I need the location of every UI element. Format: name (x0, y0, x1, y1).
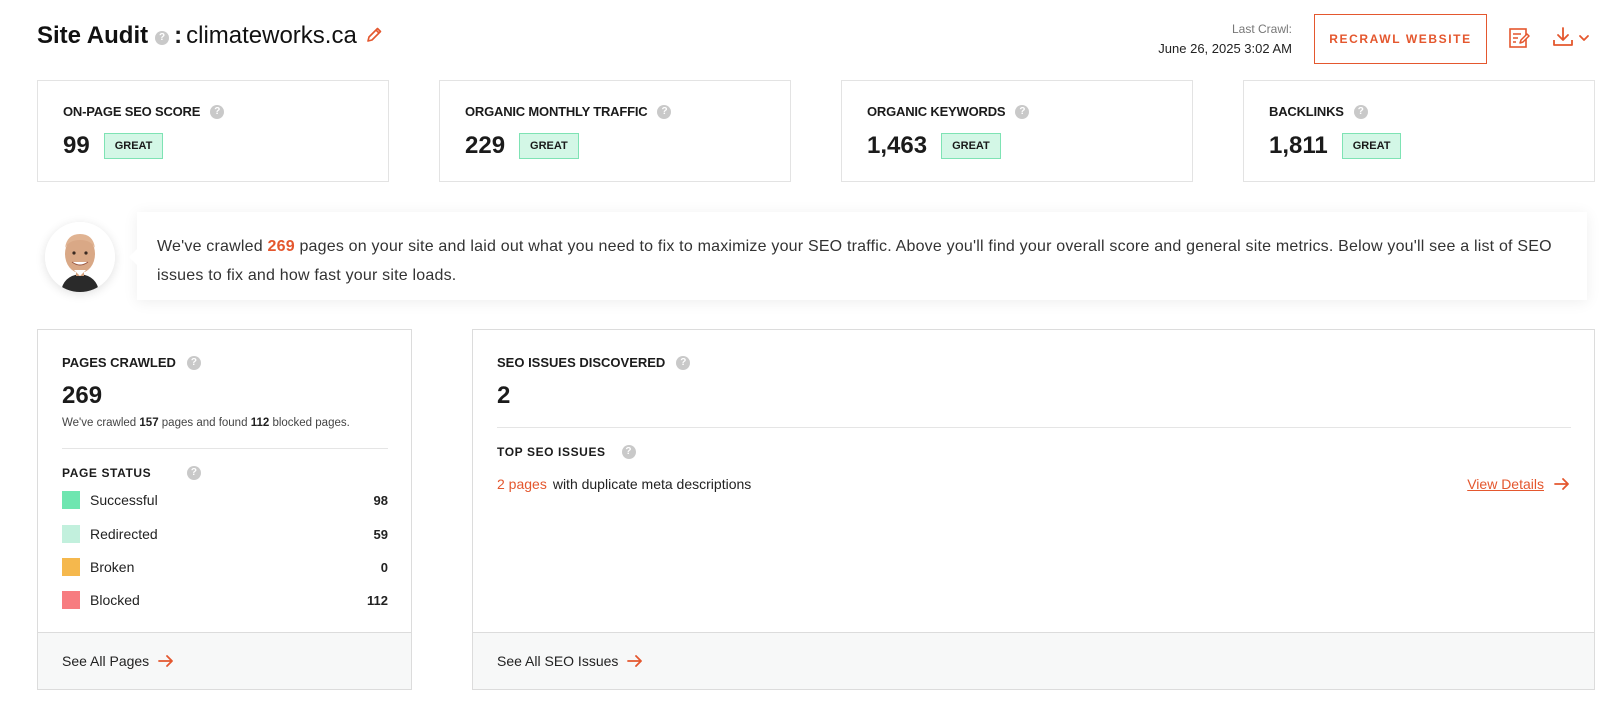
see-all-seo-issues-label: See All SEO Issues (497, 653, 619, 669)
divider (497, 427, 1571, 428)
page-status-label: PAGE STATUS (62, 466, 152, 480)
title-separator: : (174, 22, 183, 49)
question-icon[interactable]: ? (621, 445, 636, 459)
status-count: 98 (373, 492, 388, 508)
status-swatch (62, 525, 80, 543)
top-seo-issues-label: TOP SEO ISSUES (497, 445, 606, 459)
see-all-pages-link[interactable]: See All Pages (38, 632, 411, 689)
question-icon[interactable]: ? (210, 104, 225, 119)
status-label: Redirected (90, 526, 158, 542)
view-details-label: View Details (1467, 476, 1544, 492)
metric-label: ORGANIC KEYWORDS (867, 104, 1006, 119)
message-prefix: We've crawled (157, 238, 268, 255)
status-swatch (62, 591, 80, 609)
view-details-link[interactable]: View Details (1467, 476, 1570, 492)
download-button[interactable] (1552, 26, 1590, 53)
avatar (45, 222, 115, 292)
page-title: Site Audit (37, 22, 149, 49)
metric-value: 1,811 (1269, 132, 1328, 159)
crawl-note-prefix: We've crawled (62, 417, 140, 429)
pages-crawled-value: 269 (62, 382, 103, 409)
status-row-successful: Successful 98 (62, 489, 388, 511)
crawl-note-blocked: 112 (250, 417, 270, 429)
download-icon (1552, 26, 1574, 53)
status-row-redirected: Redirected 59 (62, 523, 388, 545)
divider (62, 448, 388, 449)
seo-issue-item: 2 pages with duplicate meta descriptions (497, 476, 751, 492)
recrawl-website-button[interactable]: RECRAWL WEBSITE (1314, 14, 1487, 64)
metric-card-organic-keywords: ORGANIC KEYWORDS? 1,463 GREAT (841, 80, 1193, 182)
issue-description: with duplicate meta descriptions (552, 476, 752, 492)
question-icon[interactable]: ? (187, 466, 202, 480)
chevron-down-icon (1578, 31, 1590, 49)
arrow-right-icon (1554, 478, 1569, 490)
metric-card-organic-traffic: ORGANIC MONTHLY TRAFFIC? 229 GREAT (439, 80, 791, 182)
arrow-right-icon (158, 655, 174, 667)
metric-label: ORGANIC MONTHLY TRAFFIC (465, 104, 648, 119)
crawl-note: We've crawled 157 pages and found 112 bl… (62, 417, 350, 429)
status-row-broken: Broken 0 (62, 556, 388, 578)
last-crawl: Last Crawl: June 26, 2025 3:02 AM (1158, 22, 1292, 56)
status-badge: GREAT (1341, 133, 1402, 159)
status-swatch (62, 491, 80, 509)
bubble-pointer (129, 248, 138, 266)
status-row-blocked: Blocked 112 (62, 589, 388, 611)
seo-issues-value: 2 (497, 382, 511, 409)
status-label: Blocked (90, 592, 140, 608)
crawl-summary-message: We've crawled 269 pages on your site and… (129, 212, 1587, 300)
report-edit-icon[interactable] (1507, 26, 1531, 55)
page-header: Site Audit ? : climateworks.ca (37, 22, 383, 50)
status-label: Broken (90, 559, 135, 575)
metric-value: 1,463 (867, 132, 928, 159)
status-badge: GREAT (519, 133, 579, 159)
question-icon[interactable]: ? (186, 355, 201, 370)
crawl-note-mid: pages and found (158, 417, 251, 429)
metric-value: 99 (63, 132, 90, 159)
status-swatch (62, 558, 80, 576)
metric-card-seo-score: ON-PAGE SEO SCORE? 99 GREAT (37, 80, 389, 182)
status-count: 59 (373, 526, 388, 542)
status-count: 112 (367, 592, 388, 608)
metric-value: 229 (465, 132, 506, 159)
question-icon[interactable]: ? (657, 104, 672, 119)
status-label: Successful (90, 492, 158, 508)
pages-crawled-panel: PAGES CRAWLED? 269 We've crawled 157 pag… (37, 329, 412, 690)
question-icon[interactable]: ? (1015, 104, 1030, 119)
last-crawl-label: Last Crawl: (1231, 22, 1292, 36)
question-icon[interactable]: ? (155, 31, 170, 45)
question-icon[interactable]: ? (1353, 104, 1368, 119)
status-count: 0 (380, 559, 388, 575)
message-page-count: 269 (267, 238, 295, 255)
seo-issues-panel: SEO ISSUES DISCOVERED? 2 TOP SEO ISSUES?… (472, 329, 1595, 690)
status-badge: GREAT (941, 133, 1001, 159)
pages-crawled-label: PAGES CRAWLED (62, 355, 176, 370)
site-domain: climateworks.ca (186, 22, 357, 49)
pencil-icon[interactable] (365, 26, 383, 49)
status-badge: GREAT (103, 133, 164, 159)
arrow-right-icon (627, 655, 643, 667)
crawl-note-suffix: blocked pages. (269, 417, 350, 429)
see-all-seo-issues-link[interactable]: See All SEO Issues (473, 632, 1594, 689)
see-all-pages-label: See All Pages (62, 653, 150, 669)
issue-pages-link[interactable]: 2 pages (497, 476, 547, 492)
question-icon[interactable]: ? (676, 355, 691, 370)
last-crawl-value: June 26, 2025 3:02 AM (1158, 41, 1292, 56)
crawl-note-crawled: 157 (139, 417, 159, 429)
message-suffix: pages on your site and laid out what you… (157, 238, 1552, 284)
seo-issues-label: SEO ISSUES DISCOVERED (497, 355, 666, 370)
metric-label: BACKLINKS (1269, 104, 1344, 119)
metric-label: ON-PAGE SEO SCORE (63, 104, 201, 119)
metric-card-backlinks: BACKLINKS? 1,811 GREAT (1243, 80, 1595, 182)
